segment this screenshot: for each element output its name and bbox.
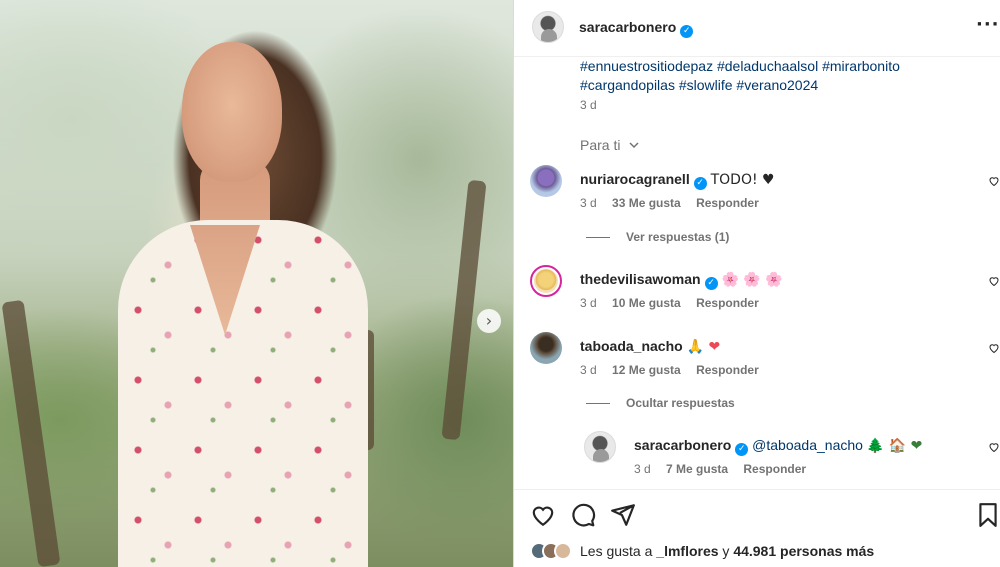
replies-divider [586, 236, 610, 238]
author-avatar[interactable] [532, 11, 564, 43]
reply-item: saracarbonero ✓ @taboada_nacho 🌲 🏠 ❤ 3 d … [584, 431, 1000, 489]
comment-body: nuriarocagranell ✓ TODO! ♥ [580, 171, 775, 190]
hide-replies-button[interactable]: Ocultar respuestas [586, 396, 735, 410]
comment-text: 🙏 ❤ [686, 339, 721, 355]
woman-face [182, 42, 282, 182]
view-replies-button[interactable]: Ver respuestas (1) [586, 230, 729, 244]
heart-icon[interactable] [988, 175, 1000, 187]
paper-plane-icon[interactable] [610, 502, 636, 528]
reply-emojis: 🌲 🏠 ❤ [866, 438, 923, 454]
comment-meta: 3 d 12 Me gusta Responder [580, 363, 771, 377]
comment-item: nuriarocagranell ✓ TODO! ♥ 3 d 33 Me gust… [530, 165, 1000, 225]
comment-sort-dropdown[interactable]: Para ti [580, 137, 640, 153]
reply-author-avatar[interactable] [584, 431, 616, 463]
reply-body: saracarbonero ✓ @taboada_nacho 🌲 🏠 ❤ [634, 437, 922, 456]
comment-item: taboada_nacho 🙏 ❤ 3 d 12 Me gusta Respon… [530, 332, 1000, 392]
comment-meta: 3 d 33 Me gusta Responder [580, 196, 771, 210]
reply-button[interactable]: Responder [743, 462, 806, 476]
verified-badge-icon: ✓ [704, 276, 718, 290]
caption-timestamp[interactable]: 3 d [580, 98, 597, 112]
heart-icon[interactable] [530, 502, 556, 528]
caption-hashtags-line[interactable]: #ennuestrositiodepaz #deladuchaalsol #mi… [580, 57, 940, 76]
liker-username[interactable]: _lmflores [656, 543, 718, 559]
comment-text: 🌸 🌸 🌸 [721, 272, 783, 288]
likes-summary[interactable]: Les gusta a _lmflores y 44.981 personas … [530, 542, 874, 560]
reply-meta: 3 d 7 Me gusta Responder [634, 462, 818, 476]
comment-time[interactable]: 3 d [580, 196, 597, 210]
tree-trunk [441, 179, 487, 441]
comment-body: taboada_nacho 🙏 ❤ [580, 338, 720, 355]
caption-hashtags-line[interactable]: #cargandopilas #slowlife #verano2024 [580, 76, 940, 95]
reply-button[interactable]: Responder [696, 196, 759, 210]
heart-icon[interactable] [988, 441, 1000, 453]
commenter-username[interactable]: nuriarocagranell [580, 171, 690, 187]
reply-mention[interactable]: @taboada_nacho [752, 437, 863, 453]
post-caption: #ennuestrositiodepaz #deladuchaalsol #mi… [580, 57, 940, 95]
reply-time[interactable]: 3 d [634, 462, 651, 476]
commenter-username[interactable]: thedevilisawoman [580, 271, 701, 287]
commenter-username[interactable]: taboada_nacho [580, 338, 683, 354]
liker-avatar [554, 542, 572, 560]
replies-divider [586, 402, 610, 404]
reply-button[interactable]: Responder [696, 296, 759, 310]
post-photo[interactable]: › [0, 0, 513, 567]
chevron-right-icon[interactable]: › [477, 309, 501, 333]
likes-connector: y [722, 543, 730, 559]
commenter-avatar[interactable] [530, 332, 562, 364]
hide-replies-label: Ocultar respuestas [626, 396, 735, 410]
post-header: saracarbonero ✓ ··· [514, 0, 1000, 57]
reply-button[interactable]: Responder [696, 363, 759, 377]
likes-text: Les gusta a _lmflores y 44.981 personas … [580, 543, 874, 559]
verified-badge-icon: ✓ [693, 176, 707, 190]
verified-badge-icon: ✓ [735, 442, 749, 456]
chevron-down-icon [629, 142, 639, 149]
heart-icon[interactable] [988, 342, 1000, 354]
comment-body: thedevilisawoman ✓ 🌸 🌸 🌸 [580, 271, 783, 290]
comment-time[interactable]: 3 d [580, 296, 597, 310]
comment-meta: 3 d 10 Me gusta Responder [580, 296, 771, 310]
comments-scroll-area[interactable]: #ennuestrositiodepaz #deladuchaalsol #mi… [514, 57, 1000, 489]
sort-label: Para ti [580, 137, 621, 153]
comment-likes[interactable]: 12 Me gusta [612, 363, 681, 377]
comment-bubble-icon[interactable] [570, 502, 596, 528]
commenter-avatar[interactable] [530, 165, 562, 197]
bookmark-icon[interactable] [975, 502, 1000, 528]
comment-time[interactable]: 3 d [580, 363, 597, 377]
reply-username[interactable]: saracarbonero [634, 437, 731, 453]
post-action-bar: Les gusta a _lmflores y 44.981 personas … [514, 489, 1000, 567]
commenter-avatar[interactable] [530, 265, 562, 297]
likes-count[interactable]: 44.981 personas más [733, 543, 874, 559]
comment-likes[interactable]: 10 Me gusta [612, 296, 681, 310]
comment-text: TODO! ♥ [710, 172, 775, 188]
view-replies-label: Ver respuestas (1) [626, 230, 730, 244]
author-username[interactable]: saracarbonero ✓ [579, 19, 694, 38]
comment-likes[interactable]: 33 Me gusta [612, 196, 681, 210]
more-horizontal-icon[interactable]: ··· [976, 14, 1000, 35]
tree-trunk [1, 299, 61, 567]
verified-badge-icon: ✓ [680, 24, 694, 38]
comment-item: thedevilisawoman ✓ 🌸 🌸 🌸 3 d 10 Me gusta … [530, 265, 1000, 325]
heart-icon[interactable] [988, 275, 1000, 287]
likes-prefix: Les gusta a [580, 543, 653, 559]
post-side-panel: saracarbonero ✓ ··· #ennuestrositiodepaz … [513, 0, 1000, 567]
reply-likes[interactable]: 7 Me gusta [666, 462, 728, 476]
